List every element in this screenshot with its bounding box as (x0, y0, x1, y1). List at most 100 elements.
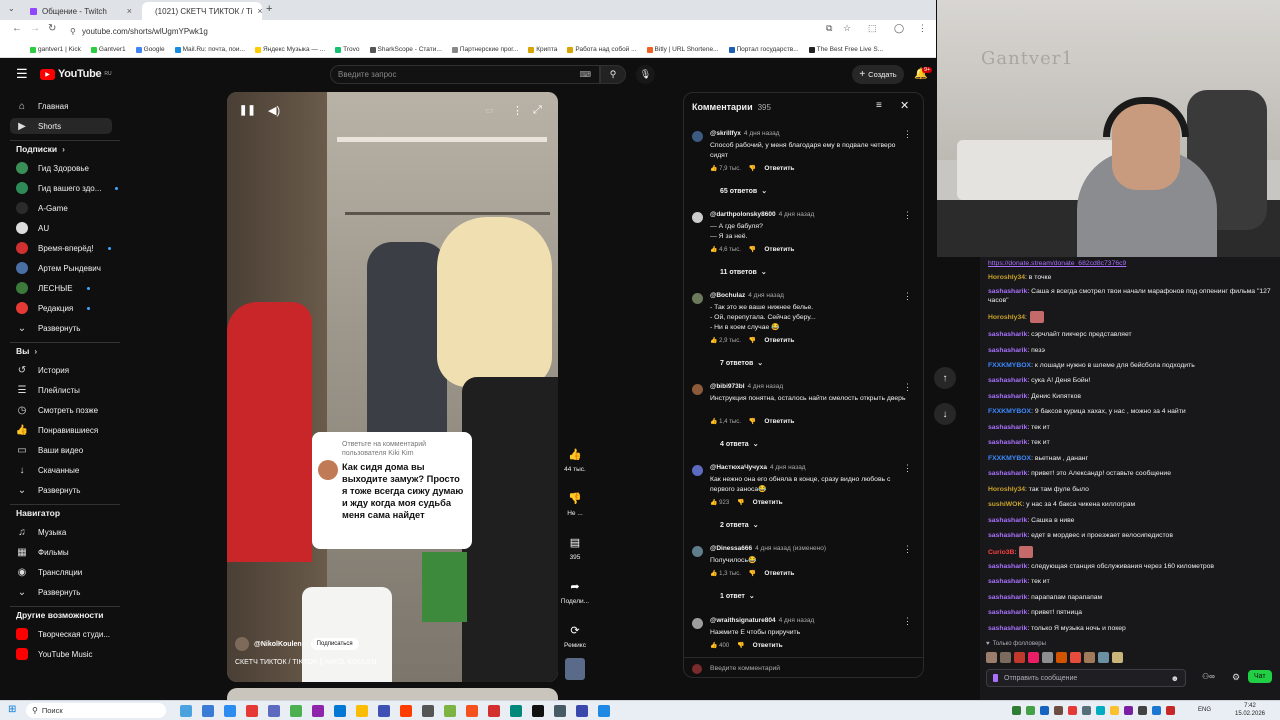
chat-username[interactable]: sashasharik (988, 424, 1027, 431)
taskbar-app-icon[interactable] (400, 705, 412, 717)
system-tray-icon[interactable] (1138, 706, 1147, 715)
taskbar-app-icon[interactable] (246, 705, 258, 717)
taskbar-app-icon[interactable] (334, 705, 346, 717)
bookmark-item[interactable]: SharkScope - Стати... (369, 46, 442, 53)
emote-icon[interactable] (1056, 652, 1067, 663)
next-short-button[interactable]: ↓ (934, 403, 956, 425)
system-tray-icon[interactable] (1026, 706, 1035, 715)
taskbar-search[interactable]: ⚲ Поиск (26, 703, 166, 718)
search-box[interactable]: Введите запрос ⌨ (330, 65, 600, 84)
chat-username[interactable]: sashasharik (988, 347, 1027, 354)
view-replies-button[interactable]: 65 ответов ⌄ (720, 187, 767, 195)
chat-username[interactable]: sashasharik (988, 578, 1027, 585)
comment-author[interactable]: @НастюхаЧучуха 4 дня назад (710, 464, 806, 471)
sidebar-item-music[interactable]: ♫ Музыка (16, 524, 66, 540)
language-indicator[interactable]: ENG (1198, 707, 1211, 713)
sidebar-item-subscription[interactable]: A-Game (16, 200, 68, 216)
comment-author[interactable]: @darthpolonsky8600 4 дня назад (710, 211, 814, 218)
commenter-avatar[interactable] (692, 546, 703, 557)
like-button[interactable]: 👍 44 тыс. (560, 443, 590, 474)
system-tray-icon[interactable] (1110, 706, 1119, 715)
comment-input[interactable]: Введите комментарий (710, 665, 780, 672)
search-input[interactable]: Введите запрос (338, 70, 397, 79)
sidebar-item-your-videos[interactable]: ▭ Ваши видео (16, 442, 83, 458)
comment-dislike-icon[interactable]: 👎 (737, 642, 744, 649)
comment-dislike-icon[interactable]: 👎 (749, 418, 756, 425)
captions-icon[interactable]: ▭ (485, 105, 494, 116)
emote-icon[interactable] (1028, 652, 1039, 663)
forward-icon[interactable]: → (30, 23, 40, 34)
comment-reply-button[interactable]: Ответить (753, 642, 783, 649)
chat-username[interactable]: Curio3B (988, 549, 1014, 556)
tab-list-icon[interactable]: ⌄ (8, 4, 15, 13)
system-tray-icon[interactable] (1082, 706, 1091, 715)
hamburger-menu-icon[interactable]: ☰ (16, 66, 28, 82)
sidebar-item-home[interactable]: ⌂ Главная (16, 98, 68, 114)
system-tray-icon[interactable] (1152, 706, 1161, 715)
chat-username[interactable]: FXXKMYBOX (988, 408, 1031, 415)
bookmark-item[interactable]: Bitly | URL Shortene... (646, 46, 719, 53)
channel-name[interactable]: @NikolKoulen (254, 641, 302, 648)
comment-more-icon[interactable]: ⋮ (903, 210, 912, 221)
chat-username[interactable]: sashasharik (988, 625, 1027, 632)
comment-like-button[interactable]: 👍 1,4 тыс. (710, 418, 741, 425)
sidebar-item-subscription[interactable]: Артем Рындевич (16, 260, 101, 276)
bookmark-item[interactable]: Работа над собой ... (567, 46, 637, 53)
sidebar-item-history[interactable]: ↺ История (16, 362, 69, 378)
system-tray-icon[interactable] (1096, 706, 1105, 715)
taskbar-app-icon[interactable] (510, 705, 522, 717)
site-info-icon[interactable]: ⚲ (70, 27, 76, 36)
taskbar-app-icon[interactable] (378, 705, 390, 717)
chat-username[interactable]: sushiWOK (988, 501, 1022, 508)
comment-like-button[interactable]: 👍 400 (710, 642, 729, 649)
commenter-avatar[interactable] (692, 384, 703, 395)
system-tray-icon[interactable] (1040, 706, 1049, 715)
view-replies-button[interactable]: 1 ответ ⌄ (720, 592, 755, 600)
install-app-icon[interactable]: ⧉ (826, 23, 832, 34)
profile-icon[interactable]: ◯ (894, 23, 904, 34)
back-icon[interactable]: ← (12, 23, 22, 34)
comment-author[interactable]: @skrillfyx 4 дня назад (710, 130, 780, 137)
emote-icon[interactable] (1112, 652, 1123, 663)
chat-username[interactable]: sashasharik (988, 377, 1027, 384)
new-tab-button[interactable]: + (266, 3, 272, 15)
view-replies-button[interactable]: 4 ответа ⌄ (720, 440, 759, 448)
bookmark-item[interactable]: Gantver1 (90, 46, 126, 53)
chat-username[interactable]: Horoshly34 (988, 486, 1025, 493)
comment-more-icon[interactable]: ⋮ (903, 129, 912, 140)
emote-icon[interactable] (1084, 652, 1095, 663)
emote-icon[interactable] (1070, 652, 1081, 663)
keyboard-icon[interactable]: ⌨ (579, 70, 591, 79)
sidebar-expand-explore[interactable]: ⌄ Развернуть (16, 584, 81, 600)
comment-button[interactable]: ▤ 395 (560, 531, 590, 562)
sidebar-item-subscription[interactable]: ЛЕСНЫЕ (16, 280, 90, 296)
taskbar-app-icon[interactable] (268, 705, 280, 717)
chat-username[interactable]: sashasharik (988, 439, 1027, 446)
sidebar-item-more[interactable]: Творческая студи... (16, 626, 110, 642)
emote-picker-icon[interactable]: ☻ (1171, 674, 1179, 683)
chat-link[interactable]: https://donate.stream/donate_682cd8c7376… (988, 260, 1126, 267)
view-replies-button[interactable]: 7 ответов ⌄ (720, 359, 763, 367)
bookmark-item[interactable]: gantver1 | Kick (30, 46, 81, 53)
emote-icon[interactable] (986, 652, 997, 663)
bookmark-star-icon[interactable]: ☆ (843, 23, 851, 34)
commenter-avatar[interactable] (692, 212, 703, 223)
comment-like-button[interactable]: 👍 923 (710, 499, 729, 506)
tab-twitch[interactable]: Общение - Twitch × (22, 2, 140, 20)
comment-dislike-icon[interactable]: 👎 (737, 499, 744, 506)
voice-search-button[interactable]: 🎙 (636, 65, 655, 84)
taskbar-app-icon[interactable] (466, 705, 478, 717)
explore-heading[interactable]: Навигатор (16, 508, 60, 518)
system-tray-icon[interactable] (1124, 706, 1133, 715)
tab-close-icon[interactable]: × (257, 6, 262, 16)
taskbar-app-icon[interactable] (576, 705, 588, 717)
short-video-player[interactable]: ❚❚ ◀) ▭ ⋮ ⤢ Ответьте на комментарий поль… (227, 92, 558, 682)
sidebar-item-subscription[interactable]: Время-вперёд! (16, 240, 111, 256)
sidebar-item-movies[interactable]: ▦ Фильмы (16, 544, 68, 560)
chat-username[interactable]: Horoshly34 (988, 274, 1025, 281)
sidebar-item-subscription[interactable]: Редакция (16, 300, 91, 316)
chat-settings-icon[interactable]: ⚙ (1232, 672, 1240, 683)
tab-youtube[interactable]: (1021) СКЕТЧ ТИКТОК / Ti × (142, 2, 262, 20)
sidebar-item-playlists[interactable]: ☰ Плейлисты (16, 382, 80, 398)
system-tray-icon[interactable] (1068, 706, 1077, 715)
